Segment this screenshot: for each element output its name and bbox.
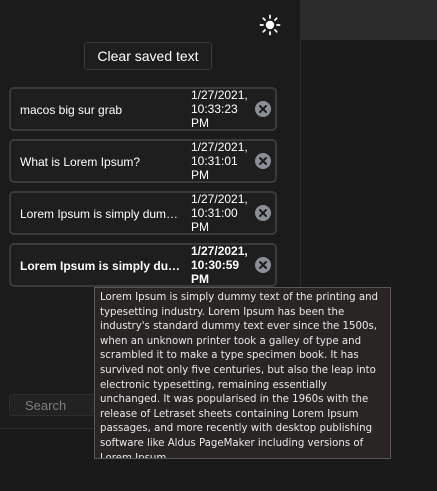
entry-timestamp: 1/27/2021, 10:33:23 PM	[191, 88, 248, 130]
close-icon	[259, 261, 267, 269]
entry-text: Lorem Ipsum is simply dummy text of the …	[20, 259, 188, 273]
entry-timestamp: 1/27/2021, 10:30:59 PM	[191, 244, 248, 286]
close-icon	[259, 105, 267, 113]
delete-entry-button[interactable]	[255, 153, 271, 169]
saved-entry-card[interactable]: Lorem Ipsum is simply dummy text of the …	[9, 243, 277, 287]
entry-text: macos big sur grab	[20, 103, 123, 117]
close-icon	[259, 157, 267, 165]
clear-saved-text-button[interactable]: Clear saved text	[84, 42, 212, 70]
entry-timestamp: 1/27/2021, 10:31:00 PM	[191, 192, 248, 234]
entry-text: Lorem Ipsum is simply dummy text of the …	[20, 207, 188, 221]
saved-entry-card[interactable]: What is Lorem Ipsum? 1/27/2021, 10:31:01…	[9, 139, 277, 183]
app-window: Clear saved text macos big sur grab 1/27…	[0, 0, 437, 491]
saved-entry-card[interactable]: Lorem Ipsum is simply dummy text of the …	[9, 191, 277, 235]
delete-entry-button[interactable]	[255, 205, 271, 221]
saved-entry-card[interactable]: macos big sur grab 1/27/2021, 10:33:23 P…	[9, 87, 277, 131]
entry-full-text-tooltip: Lorem Ipsum is simply dummy text of the …	[94, 287, 391, 459]
entry-text: What is Lorem Ipsum?	[20, 155, 141, 169]
background-window	[301, 0, 437, 40]
close-icon	[259, 209, 267, 217]
delete-entry-button[interactable]	[255, 101, 271, 117]
sun-icon[interactable]	[259, 14, 281, 36]
delete-entry-button[interactable]	[255, 257, 271, 273]
entry-timestamp: 1/27/2021, 10:31:01 PM	[191, 140, 248, 182]
